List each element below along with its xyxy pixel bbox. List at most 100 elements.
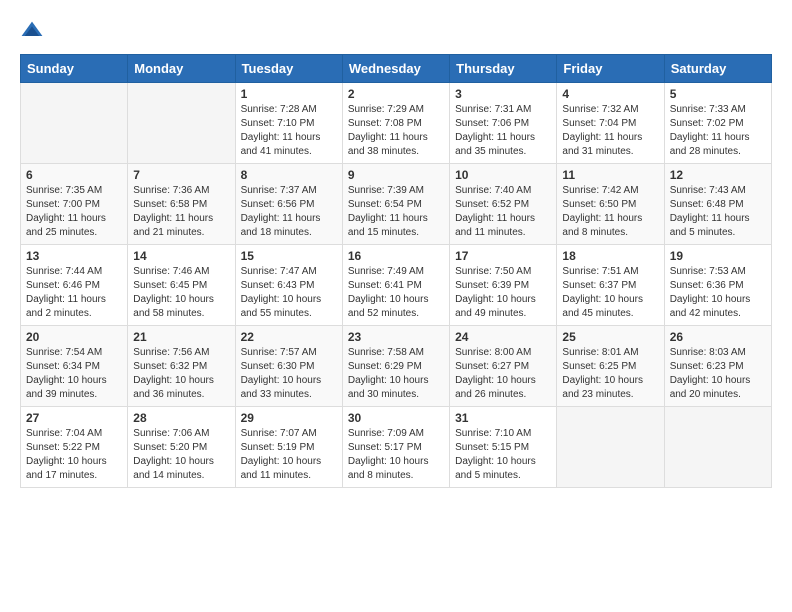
day-content: Sunrise: 7:07 AM Sunset: 5:19 PM Dayligh… — [241, 427, 337, 483]
calendar-cell — [557, 407, 664, 488]
day-number: 6 — [26, 168, 122, 182]
column-header-friday: Friday — [557, 55, 664, 83]
day-number: 11 — [562, 168, 658, 182]
calendar-cell: 20 Sunrise: 7:54 AM Sunset: 6:34 PM Dayli… — [21, 326, 128, 407]
day-number: 26 — [670, 330, 766, 344]
calendar-cell: 19 Sunrise: 7:53 AM Sunset: 6:36 PM Dayli… — [664, 245, 771, 326]
day-number: 20 — [26, 330, 122, 344]
day-number: 4 — [562, 87, 658, 101]
column-header-thursday: Thursday — [450, 55, 557, 83]
day-content: Sunrise: 7:04 AM Sunset: 5:22 PM Dayligh… — [26, 427, 122, 483]
day-content: Sunrise: 7:56 AM Sunset: 6:32 PM Dayligh… — [133, 346, 229, 402]
calendar-cell: 14Sunrise: 7:46 AM Sunset: 6:45 PM Dayli… — [128, 245, 235, 326]
calendar-cell: 16 Sunrise: 7:49 AM Sunset: 6:41 PM Dayli… — [342, 245, 449, 326]
calendar-cell — [128, 83, 235, 164]
day-content: Sunrise: 7:06 AM Sunset: 5:20 PM Dayligh… — [133, 427, 229, 483]
calendar-cell: 27Sunrise: 7:04 AM Sunset: 5:22 PM Dayli… — [21, 407, 128, 488]
day-content: Sunrise: 7:36 AM Sunset: 6:58 PM Dayligh… — [133, 184, 229, 240]
calendar-cell — [664, 407, 771, 488]
page-header — [20, 20, 772, 44]
day-content: Sunrise: 7:32 AM Sunset: 7:04 PM Dayligh… — [562, 103, 658, 159]
day-content: Sunrise: 7:42 AM Sunset: 6:50 PM Dayligh… — [562, 184, 658, 240]
day-number: 18 — [562, 249, 658, 263]
day-number: 30 — [348, 411, 444, 425]
calendar-week-row: 27Sunrise: 7:04 AM Sunset: 5:22 PM Dayli… — [21, 407, 772, 488]
column-header-saturday: Saturday — [664, 55, 771, 83]
calendar-cell: 24 Sunrise: 8:00 AM Sunset: 6:27 PM Dayli… — [450, 326, 557, 407]
day-content: Sunrise: 7:47 AM Sunset: 6:43 PM Dayligh… — [241, 265, 337, 321]
day-number: 7 — [133, 168, 229, 182]
day-content: Sunrise: 7:09 AM Sunset: 5:17 PM Dayligh… — [348, 427, 444, 483]
calendar-cell: 22 Sunrise: 7:57 AM Sunset: 6:30 PM Dayli… — [235, 326, 342, 407]
calendar-week-row: 20 Sunrise: 7:54 AM Sunset: 6:34 PM Dayli… — [21, 326, 772, 407]
day-number: 25 — [562, 330, 658, 344]
day-number: 21 — [133, 330, 229, 344]
day-number: 13 — [26, 249, 122, 263]
day-number: 29 — [241, 411, 337, 425]
day-content: Sunrise: 7:51 AM Sunset: 6:37 PM Dayligh… — [562, 265, 658, 321]
day-content: Sunrise: 7:40 AM Sunset: 6:52 PM Dayligh… — [455, 184, 551, 240]
calendar-cell: 15 Sunrise: 7:47 AM Sunset: 6:43 PM Dayli… — [235, 245, 342, 326]
calendar-cell: 11 Sunrise: 7:42 AM Sunset: 6:50 PM Dayli… — [557, 164, 664, 245]
calendar-cell: 21 Sunrise: 7:56 AM Sunset: 6:32 PM Dayli… — [128, 326, 235, 407]
day-content: Sunrise: 7:37 AM Sunset: 6:56 PM Dayligh… — [241, 184, 337, 240]
day-content: Sunrise: 8:03 AM Sunset: 6:23 PM Dayligh… — [670, 346, 766, 402]
day-number: 19 — [670, 249, 766, 263]
day-content: Sunrise: 7:44 AM Sunset: 6:46 PM Dayligh… — [26, 265, 122, 321]
calendar-week-row: 13 Sunrise: 7:44 AM Sunset: 6:46 PM Dayli… — [21, 245, 772, 326]
day-content: Sunrise: 7:29 AM Sunset: 7:08 PM Dayligh… — [348, 103, 444, 159]
day-number: 16 — [348, 249, 444, 263]
day-number: 22 — [241, 330, 337, 344]
day-number: 1 — [241, 87, 337, 101]
calendar-cell: 3Sunrise: 7:31 AM Sunset: 7:06 PM Daylig… — [450, 83, 557, 164]
column-header-sunday: Sunday — [21, 55, 128, 83]
column-header-monday: Monday — [128, 55, 235, 83]
column-header-tuesday: Tuesday — [235, 55, 342, 83]
day-number: 17 — [455, 249, 551, 263]
day-content: Sunrise: 7:54 AM Sunset: 6:34 PM Dayligh… — [26, 346, 122, 402]
calendar-cell: 1 Sunrise: 7:28 AM Sunset: 7:10 PM Daylig… — [235, 83, 342, 164]
day-content: Sunrise: 7:39 AM Sunset: 6:54 PM Dayligh… — [348, 184, 444, 240]
calendar-cell: 10 Sunrise: 7:40 AM Sunset: 6:52 PM Dayli… — [450, 164, 557, 245]
calendar-cell: 23 Sunrise: 7:58 AM Sunset: 6:29 PM Dayli… — [342, 326, 449, 407]
day-number: 2 — [348, 87, 444, 101]
calendar-cell: 18 Sunrise: 7:51 AM Sunset: 6:37 PM Dayli… — [557, 245, 664, 326]
day-content: Sunrise: 8:00 AM Sunset: 6:27 PM Dayligh… — [455, 346, 551, 402]
calendar-cell: 26 Sunrise: 8:03 AM Sunset: 6:23 PM Dayli… — [664, 326, 771, 407]
calendar-week-row: 6Sunrise: 7:35 AM Sunset: 7:00 PM Daylig… — [21, 164, 772, 245]
day-content: Sunrise: 7:49 AM Sunset: 6:41 PM Dayligh… — [348, 265, 444, 321]
calendar-cell: 5 Sunrise: 7:33 AM Sunset: 7:02 PM Daylig… — [664, 83, 771, 164]
day-number: 9 — [348, 168, 444, 182]
calendar-cell: 9 Sunrise: 7:39 AM Sunset: 6:54 PM Daylig… — [342, 164, 449, 245]
day-number: 15 — [241, 249, 337, 263]
day-number: 14 — [133, 249, 229, 263]
calendar-cell: 6Sunrise: 7:35 AM Sunset: 7:00 PM Daylig… — [21, 164, 128, 245]
day-number: 23 — [348, 330, 444, 344]
day-content: Sunrise: 7:57 AM Sunset: 6:30 PM Dayligh… — [241, 346, 337, 402]
day-content: Sunrise: 7:58 AM Sunset: 6:29 PM Dayligh… — [348, 346, 444, 402]
logo-icon — [20, 20, 44, 44]
calendar-header-row: SundayMondayTuesdayWednesdayThursdayFrid… — [21, 55, 772, 83]
calendar-cell: 25Sunrise: 8:01 AM Sunset: 6:25 PM Dayli… — [557, 326, 664, 407]
day-content: Sunrise: 7:53 AM Sunset: 6:36 PM Dayligh… — [670, 265, 766, 321]
day-number: 31 — [455, 411, 551, 425]
day-number: 10 — [455, 168, 551, 182]
calendar-cell: 12Sunrise: 7:43 AM Sunset: 6:48 PM Dayli… — [664, 164, 771, 245]
logo — [20, 20, 48, 44]
day-number: 12 — [670, 168, 766, 182]
day-number: 24 — [455, 330, 551, 344]
day-number: 8 — [241, 168, 337, 182]
day-content: Sunrise: 7:33 AM Sunset: 7:02 PM Dayligh… — [670, 103, 766, 159]
day-content: Sunrise: 7:28 AM Sunset: 7:10 PM Dayligh… — [241, 103, 337, 159]
calendar-cell: 30 Sunrise: 7:09 AM Sunset: 5:17 PM Dayli… — [342, 407, 449, 488]
calendar-cell: 13 Sunrise: 7:44 AM Sunset: 6:46 PM Dayli… — [21, 245, 128, 326]
calendar-cell: 17 Sunrise: 7:50 AM Sunset: 6:39 PM Dayli… — [450, 245, 557, 326]
calendar-week-row: 1 Sunrise: 7:28 AM Sunset: 7:10 PM Daylig… — [21, 83, 772, 164]
day-number: 5 — [670, 87, 766, 101]
day-content: Sunrise: 7:50 AM Sunset: 6:39 PM Dayligh… — [455, 265, 551, 321]
calendar-cell — [21, 83, 128, 164]
calendar-cell: 2 Sunrise: 7:29 AM Sunset: 7:08 PM Daylig… — [342, 83, 449, 164]
day-number: 28 — [133, 411, 229, 425]
calendar-cell: 7 Sunrise: 7:36 AM Sunset: 6:58 PM Daylig… — [128, 164, 235, 245]
column-header-wednesday: Wednesday — [342, 55, 449, 83]
